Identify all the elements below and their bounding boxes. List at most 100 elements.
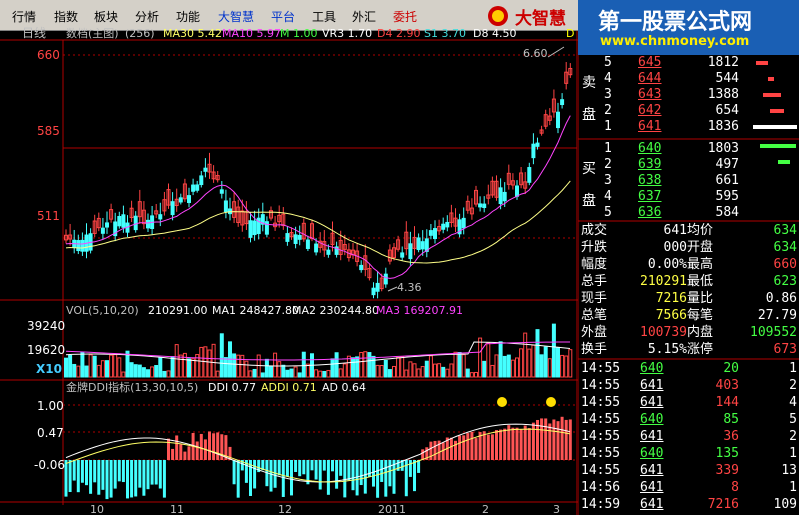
- candle-body: [105, 222, 109, 228]
- ddi-bar: [253, 460, 257, 489]
- candle-body: [359, 264, 364, 271]
- ddi-bar: [138, 460, 142, 488]
- kline-low-annotation: 4.36: [397, 281, 422, 294]
- tick-time: 14:55: [581, 463, 621, 478]
- volume-y-label-mid: 19620: [27, 343, 65, 357]
- tick-row[interactable]: 14:55 640 135 1: [578, 446, 799, 462]
- stat-value: 109552: [750, 325, 797, 340]
- candle-body: [252, 220, 257, 236]
- stat-value: 5.15%: [647, 342, 687, 357]
- candle-body: [146, 219, 150, 229]
- tick-row[interactable]: 14:55 641 36 2: [578, 429, 799, 445]
- volume-bar: [84, 365, 89, 378]
- stat-label: 总手: [581, 274, 608, 289]
- candle-body: [556, 111, 560, 129]
- ddi-bar: [208, 431, 211, 460]
- ddi-bar: [199, 433, 203, 460]
- tick-row[interactable]: 14:55 640 20 1: [578, 361, 799, 377]
- tick-row[interactable]: 14:55 641 339 13: [578, 463, 799, 479]
- ddi-bar: [449, 437, 453, 460]
- tick-row[interactable]: 14:55 640 85 5: [578, 412, 799, 428]
- ddi-y-label-top: 1.00: [37, 399, 64, 413]
- candle-body: [502, 191, 507, 202]
- x-axis-label: 2011: [378, 503, 406, 515]
- bid-price: 637: [638, 189, 662, 204]
- ddi-bar: [462, 435, 466, 460]
- ddi-bar: [355, 460, 359, 496]
- ask-volume: 544: [715, 71, 739, 86]
- ddi-bar: [429, 441, 433, 460]
- candle-body: [416, 237, 421, 251]
- x-axis-label: 3: [553, 503, 560, 515]
- ask-row[interactable]: 卖 4 644 544: [578, 71, 799, 91]
- tick-row[interactable]: 14:55 641 403 2: [578, 378, 799, 394]
- candle-body: [133, 215, 138, 231]
- ask-row[interactable]: 盘 2 642 654: [578, 103, 799, 123]
- ddi-bar: [158, 460, 162, 489]
- ask-row[interactable]: 3 643 1388: [578, 87, 799, 103]
- volume-bar: [482, 360, 487, 378]
- stat-value: 660: [773, 257, 797, 272]
- bid-price: 638: [638, 173, 662, 188]
- ddi-bar: [548, 423, 552, 460]
- ddi-bar: [527, 428, 531, 460]
- ask-level: 5: [604, 55, 612, 70]
- ask-level: 3: [604, 87, 612, 102]
- ddi-bar: [417, 460, 421, 473]
- ddi-bar: [388, 460, 392, 487]
- tick-volume: 20: [723, 361, 739, 376]
- tick-time: 14:55: [581, 429, 621, 444]
- ddi-bar: [212, 433, 216, 460]
- bid-row[interactable]: 买 2 639 497: [578, 157, 799, 177]
- ddi-bar: [109, 460, 113, 498]
- candle-body: [461, 217, 466, 229]
- ddi-bar: [162, 460, 166, 498]
- ddi-bar: [277, 460, 281, 476]
- ask-row[interactable]: 5 645 1812: [578, 55, 799, 71]
- tick-time: 14:55: [581, 361, 621, 376]
- ddi-bar: [523, 425, 527, 460]
- stat-value: 634: [773, 223, 797, 238]
- volume-bar: [387, 369, 392, 378]
- tick-price: 640: [640, 446, 664, 461]
- tick-row[interactable]: 14:56 641 8 1: [578, 480, 799, 496]
- bid-row[interactable]: 5 636 584: [578, 205, 799, 221]
- volume-bar: [170, 356, 175, 378]
- volume-bar: [223, 357, 228, 378]
- ddi-info-1: DDI 0.77: [208, 381, 256, 394]
- tick-row[interactable]: 14:59 641 7216 109: [578, 497, 799, 513]
- candle-body: [248, 220, 253, 238]
- volume-bar: [289, 368, 294, 378]
- bid-level: 1: [604, 141, 612, 156]
- ask-volume: 1812: [707, 55, 739, 70]
- ddi-bar: [179, 444, 183, 460]
- ddi-bar: [376, 460, 380, 498]
- stock-chart-area[interactable]: 日线 数档(主图) (256) MA30 5.42 MA10 5.97 M 1.…: [0, 0, 578, 515]
- bid-price: 639: [638, 157, 662, 172]
- kline-y-label-high: 660: [37, 48, 60, 62]
- ddi-bar: [281, 460, 285, 497]
- period-label[interactable]: 日线: [22, 26, 46, 40]
- stat-row: 换手 5.15% 涨停 673: [578, 342, 799, 358]
- bid-row[interactable]: 盘 4 637 595: [578, 189, 799, 209]
- tick-row[interactable]: 14:55 641 144 4: [578, 395, 799, 411]
- ddi-bar: [154, 460, 158, 485]
- ddi-bar: [142, 460, 146, 496]
- ddi-bar: [351, 460, 355, 491]
- tick-count: 4: [789, 395, 797, 410]
- ddi-y-label-low: -0.06: [34, 458, 65, 472]
- quote-panel: 5 645 1812 卖 4 644 544 3 643 1388 盘 2 642 654 1 641 1836…: [578, 55, 799, 515]
- ask-row[interactable]: 1 641 1836: [578, 119, 799, 135]
- bid-row[interactable]: 3 638 661: [578, 173, 799, 189]
- ddi-bar: [482, 431, 486, 460]
- stat-row: 总手 210291 最低 623: [578, 274, 799, 290]
- candle-body: [326, 249, 331, 255]
- ddi-bar: [367, 460, 371, 478]
- tick-price: 641: [640, 497, 664, 512]
- ddi-bar: [167, 438, 170, 460]
- ddi-bar: [470, 431, 474, 460]
- volume-bar: [351, 357, 355, 378]
- volume-indicator-info: VOL(5,10,20) 210291.00 MA1 248427.80 MA2…: [66, 304, 463, 317]
- kline-high-annotation: 6.60: [523, 47, 548, 60]
- bid-row[interactable]: 1 640 1803: [578, 141, 799, 157]
